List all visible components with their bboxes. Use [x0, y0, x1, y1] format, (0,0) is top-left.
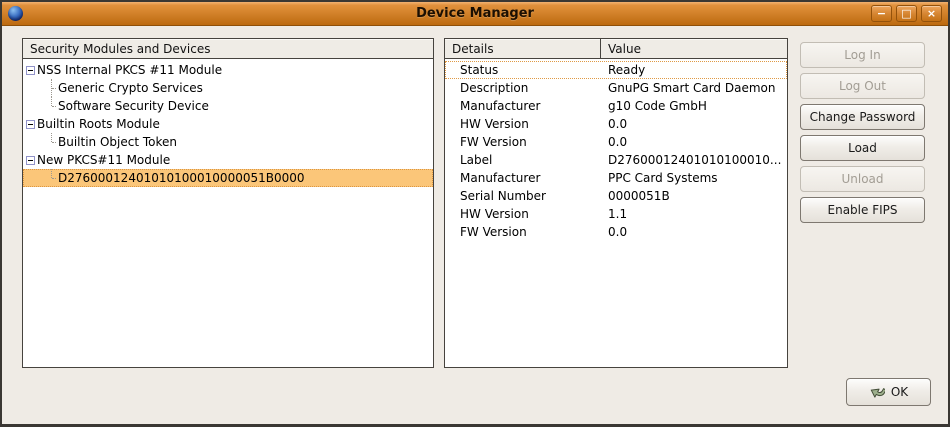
detail-name: FW Version — [445, 225, 601, 239]
detail-name: Manufacturer — [445, 171, 601, 185]
enable-fips-button[interactable]: Enable FIPS — [800, 197, 925, 223]
collapse-twisty-icon[interactable] — [26, 120, 35, 129]
details-row[interactable]: FW Version 0.0 — [445, 223, 787, 241]
detail-name: Manufacturer — [445, 99, 601, 113]
load-button[interactable]: Load — [800, 135, 925, 161]
detail-name: FW Version — [445, 135, 601, 149]
detail-value: g10 Code GmbH — [601, 99, 787, 113]
detail-value: 1.1 — [601, 207, 787, 221]
tree-item[interactable]: Software Security Device — [23, 97, 433, 115]
modules-tree: NSS Internal PKCS #11 Module Generic Cry… — [23, 59, 433, 187]
details-row[interactable]: HW Version 0.0 — [445, 115, 787, 133]
collapse-twisty-icon[interactable] — [26, 156, 35, 165]
tree-item[interactable]: D27600012401010100010000051B0000 — [23, 169, 433, 187]
action-buttons: Log In Log Out Change Password Load Unload En… — [800, 42, 925, 223]
security-modules-panel: Security Modules and Devices NSS Interna… — [22, 38, 434, 368]
details-row[interactable]: Manufacturer g10 Code GmbH — [445, 97, 787, 115]
detail-value: 0.0 — [601, 117, 787, 131]
detail-value: Ready — [601, 63, 787, 77]
window-controls: − □ × — [871, 5, 942, 22]
tree-header-label: Security Modules and Devices — [30, 42, 210, 56]
tree-item-label: Builtin Roots Module — [37, 117, 160, 131]
tree-item[interactable]: Builtin Roots Module — [23, 115, 433, 133]
maximize-button[interactable]: □ — [896, 5, 917, 22]
tree-item[interactable]: Builtin Object Token — [23, 133, 433, 151]
details-row[interactable]: Description GnuPG Smart Card Daemon — [445, 79, 787, 97]
collapse-twisty-icon[interactable] — [26, 66, 35, 75]
detail-name: Label — [445, 153, 601, 167]
detail-name: HW Version — [445, 117, 601, 131]
tree-item[interactable]: NSS Internal PKCS #11 Module — [23, 61, 433, 79]
details-list: Status Ready Description GnuPG Smart Car… — [445, 59, 787, 241]
tree-item-label: Software Security Device — [58, 99, 209, 113]
details-panel: Details Value Status Ready Description G… — [444, 38, 788, 368]
unload-button[interactable]: Unload — [800, 166, 925, 192]
device-manager-window: Device Manager − □ × Security Modules an… — [0, 0, 950, 427]
detail-value: 0000051B — [601, 189, 787, 203]
log-in-button[interactable]: Log In — [800, 42, 925, 68]
change-password-button[interactable]: Change Password — [800, 104, 925, 130]
ok-button[interactable]: OK — [846, 378, 931, 406]
return-arrow-icon — [869, 384, 885, 400]
details-row[interactable]: FW Version 0.0 — [445, 133, 787, 151]
tree-item-label: New PKCS#11 Module — [37, 153, 170, 167]
details-row[interactable]: HW Version 1.1 — [445, 205, 787, 223]
window-title: Device Manager — [2, 6, 948, 21]
tree-branch-line — [47, 133, 56, 151]
value-column-header: Value — [601, 39, 787, 59]
tree-item[interactable]: New PKCS#11 Module — [23, 151, 433, 169]
tree-item[interactable]: Generic Crypto Services — [23, 79, 433, 97]
details-row[interactable]: Label D27600012401010100010... — [445, 151, 787, 169]
tree-item-label: D27600012401010100010000051B0000 — [58, 171, 305, 185]
ok-label: OK — [891, 385, 908, 399]
details-row[interactable]: Serial Number 0000051B — [445, 187, 787, 205]
titlebar[interactable]: Device Manager − □ × — [2, 2, 948, 26]
tree-item-label: Builtin Object Token — [58, 135, 177, 149]
tree-branch-line — [47, 169, 56, 187]
close-button[interactable]: × — [921, 5, 942, 22]
details-row[interactable]: Manufacturer PPC Card Systems — [445, 169, 787, 187]
detail-value: GnuPG Smart Card Daemon — [601, 81, 787, 95]
detail-name: Description — [445, 81, 601, 95]
details-row[interactable]: Status Ready — [445, 61, 787, 79]
detail-name: HW Version — [445, 207, 601, 221]
detail-value: D27600012401010100010... — [601, 153, 787, 167]
detail-value: 0.0 — [601, 135, 787, 149]
tree-item-label: Generic Crypto Services — [58, 81, 203, 95]
detail-name: Serial Number — [445, 189, 601, 203]
tree-branch-line — [47, 97, 56, 115]
log-out-button[interactable]: Log Out — [800, 73, 925, 99]
tree-branch-line — [47, 79, 56, 97]
tree-item-label: NSS Internal PKCS #11 Module — [37, 63, 222, 77]
minimize-button[interactable]: − — [871, 5, 892, 22]
detail-name: Status — [445, 63, 601, 77]
tree-column-header: Security Modules and Devices — [23, 39, 433, 59]
detail-value: 0.0 — [601, 225, 787, 239]
application-globe-icon — [8, 6, 23, 21]
detail-value: PPC Card Systems — [601, 171, 787, 185]
details-header-row: Details Value — [445, 39, 787, 59]
details-column-header: Details — [445, 39, 601, 59]
